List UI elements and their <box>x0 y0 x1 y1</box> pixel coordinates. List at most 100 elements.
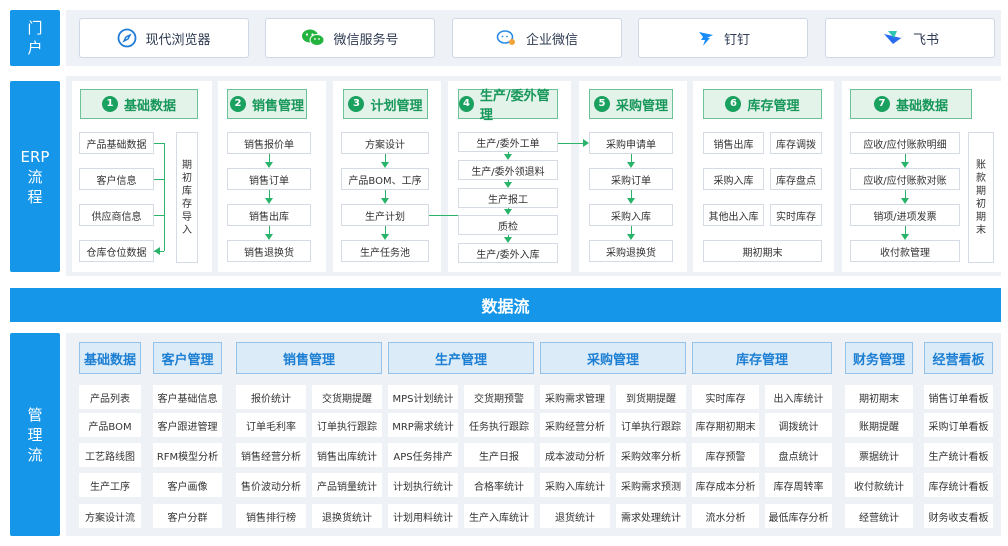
mgmt-group-title: 生产管理 <box>388 342 534 374</box>
erp-item: 生产/委外领退料 <box>458 160 558 180</box>
module-c1: 1 基础数据 <box>80 89 198 119</box>
flow-line <box>448 214 458 216</box>
mgmt-item: 采购效率分析 <box>616 443 686 467</box>
mgmt-item: 订单执行跟踪 <box>616 413 686 437</box>
erp-item: 销售报价单 <box>227 132 311 154</box>
erp-item: 采购订单 <box>589 168 673 190</box>
mgmt-item: 产品列表 <box>79 385 141 409</box>
portal-button-0[interactable]: 现代浏览器 <box>79 18 249 58</box>
erp-item: 采购退换货 <box>589 240 673 262</box>
mgmt-item: 库存统计看板 <box>924 473 993 497</box>
module-title: 库存管理 <box>747 98 800 114</box>
portal-button-2[interactable]: 企业微信 <box>452 18 622 58</box>
mgmt-item: 账期提醒 <box>845 413 913 437</box>
side-char: 初 <box>182 172 192 184</box>
mgmt-group-title: 基础数据 <box>79 342 141 374</box>
side-char: 期 <box>976 211 986 223</box>
erp-item: 其他出入库 <box>703 204 764 226</box>
compass-icon <box>117 28 137 48</box>
erp-c7-side: 账款期初期末 <box>968 132 994 263</box>
mgmt-item: 生产统计看板 <box>924 443 993 467</box>
mgmt-item: 经营统计 <box>845 504 913 528</box>
module-c6: 6 库存管理 <box>703 89 822 119</box>
side-char: 账 <box>976 159 986 171</box>
mgmt-item: 任务执行跟踪 <box>464 413 534 437</box>
arrow-down <box>627 162 635 168</box>
side-char: 导 <box>182 211 192 223</box>
erp-item: 期初期末 <box>703 240 822 262</box>
mgmt-group-title: 采购管理 <box>540 342 686 374</box>
erp-item: 生产报工 <box>458 188 558 208</box>
side-char: 初 <box>976 198 986 210</box>
mgmt-group-title: 客户管理 <box>153 342 222 374</box>
erp-item: 质检 <box>458 215 558 235</box>
step-number-badge: 3 <box>348 96 365 112</box>
arrow-down <box>381 234 389 240</box>
mgmt-item: 销售订单看板 <box>924 385 993 409</box>
flow-line <box>429 214 448 216</box>
mgmt-item: 方案设计流 <box>79 504 141 528</box>
portal-button-label: 微信服务号 <box>333 32 399 48</box>
mgmt-item: 实时库存 <box>692 385 759 409</box>
mgmt-item: 订单执行跟踪 <box>312 413 382 437</box>
mgmt-item: 合格率统计 <box>464 473 534 497</box>
erp-item: 生产/委外入库 <box>458 243 558 263</box>
flow-line <box>154 178 164 180</box>
arrow-down <box>265 198 273 204</box>
mgmt-item: 库存成本分析 <box>692 473 759 497</box>
mgmt-item: 交货期预警 <box>464 385 534 409</box>
arrow-down <box>627 198 635 204</box>
portal-button-1[interactable]: 微信服务号 <box>265 18 435 58</box>
mgmt-item: MPS计划统计 <box>388 385 458 409</box>
mgmt-item: 客户跟进管理 <box>153 413 222 437</box>
erp-item: 采购申请单 <box>589 132 673 154</box>
mgmt-item: 客户基础信息 <box>153 385 222 409</box>
module-title: 计划管理 <box>370 98 423 114</box>
portal-button-3[interactable]: 钉钉 <box>638 18 808 58</box>
mgmt-group-title: 经营看板 <box>924 342 993 374</box>
mgmt-item: 票据统计 <box>845 443 913 467</box>
mgmt-item: 生产日报 <box>464 443 534 467</box>
mgmt-item: 出入库统计 <box>765 385 832 409</box>
mgmt-item: APS任务排产 <box>388 443 458 467</box>
mgmt-item: 客户画像 <box>153 473 222 497</box>
portal-button-4[interactable]: 飞书 <box>825 18 995 58</box>
erp-label: ERP 流 程 <box>10 81 60 272</box>
step-number-badge: 5 <box>593 96 610 112</box>
mgmt-item: 售价波动分析 <box>236 473 306 497</box>
mgmt-item: 最低库存分析 <box>765 504 832 528</box>
mgmt-item: 采购经营分析 <box>540 413 610 437</box>
mgmt-label: 管 理 流 <box>10 333 60 536</box>
mgmt-item: 盘点统计 <box>765 443 832 467</box>
mgmt-item: 采购订单看板 <box>924 413 993 437</box>
erp-item: 方案设计 <box>341 132 429 154</box>
side-char: 库 <box>182 185 192 197</box>
mgmt-group-title: 财务管理 <box>845 342 913 374</box>
portal-button-label: 飞书 <box>912 32 939 48</box>
mgmt-item: 生产入库统计 <box>464 504 534 528</box>
flow-line <box>163 143 165 251</box>
arrow-down <box>265 234 273 240</box>
arrow-down <box>901 198 909 204</box>
side-char: 期 <box>182 159 192 171</box>
side-char: 末 <box>976 224 986 236</box>
mgmt-item: 采购需求管理 <box>540 385 610 409</box>
portal-button-label: 企业微信 <box>525 32 578 48</box>
erp-item: 销售出库 <box>703 132 764 154</box>
erp-item: 销售退换货 <box>227 240 311 262</box>
module-title: 生产/委外管理 <box>479 89 550 123</box>
step-number-badge: 4 <box>459 96 474 112</box>
wecom-icon <box>496 29 518 47</box>
mgmt-item: 财务收支看板 <box>924 504 993 528</box>
erp-item: 仓库仓位数据 <box>79 240 154 262</box>
module-title: 基础数据 <box>895 98 948 114</box>
dingtalk-icon <box>696 28 716 48</box>
erp-item: 采购入库 <box>589 204 673 226</box>
mgmt-group-title: 销售管理 <box>236 342 382 374</box>
arrow-down <box>504 182 512 188</box>
mgmt-item: 计划用料统计 <box>388 504 458 528</box>
module-c4: 4 生产/委外管理 <box>458 89 558 123</box>
erp-item: 生产计划 <box>341 204 429 226</box>
side-char: 入 <box>182 224 192 236</box>
arrow-down <box>381 198 389 204</box>
